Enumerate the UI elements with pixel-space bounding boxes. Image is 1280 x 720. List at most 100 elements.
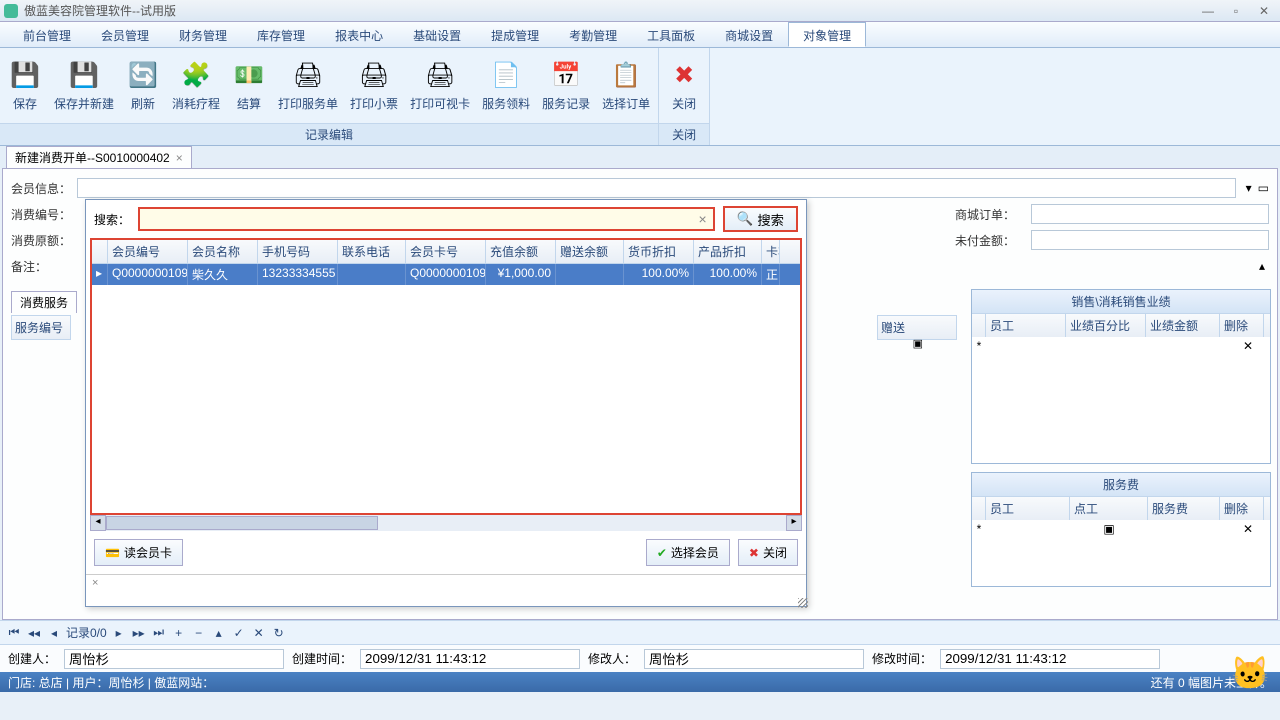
doc-tab[interactable]: 新建消费开单--S0010000402 × bbox=[6, 146, 192, 168]
col-svc-discount[interactable]: 货币折扣 bbox=[624, 240, 694, 263]
nav-prevpage-icon[interactable]: ◂◂ bbox=[26, 626, 42, 640]
ribbon-close[interactable]: ✖关闭 bbox=[661, 50, 707, 121]
member-info-field[interactable] bbox=[77, 178, 1236, 198]
ribbon-print-svc[interactable]: 🖨打印服务单 bbox=[272, 50, 344, 121]
refresh-icon: 🔄 bbox=[127, 59, 159, 91]
ribbon-select-order[interactable]: 📋选择订单 bbox=[596, 50, 656, 121]
mascot-icon: 🐱 bbox=[1230, 654, 1270, 692]
ribbon-print-ticket[interactable]: 🖨打印小票 bbox=[344, 50, 404, 121]
creator-field[interactable] bbox=[64, 649, 284, 669]
resize-grip-icon[interactable] bbox=[798, 598, 808, 608]
label-unpaid: 未付金额： bbox=[955, 232, 1025, 249]
ribbon-material[interactable]: 📄服务领料 bbox=[476, 50, 536, 121]
menu-object[interactable]: 对象管理 bbox=[788, 22, 866, 47]
checkbox-icon[interactable]: ▣ bbox=[913, 337, 923, 350]
card-icon[interactable]: ▭ bbox=[1258, 181, 1269, 195]
col-amount: 业绩金额 bbox=[1146, 314, 1220, 337]
col-prod-discount[interactable]: 产品折扣 bbox=[694, 240, 762, 263]
save-icon: 💾 bbox=[9, 59, 41, 91]
nav-next-icon[interactable]: ▸ bbox=[111, 626, 127, 640]
ribbon-print-card[interactable]: 🖨打印可视卡 bbox=[404, 50, 476, 121]
nav-check-icon[interactable]: ✓ bbox=[231, 626, 247, 640]
nav-refresh-icon[interactable]: ↻ bbox=[271, 626, 287, 640]
panel-fee-title: 服务费 bbox=[972, 473, 1270, 497]
ribbon-group-title: 记录编辑 bbox=[0, 123, 658, 145]
maximize-button[interactable]: ▫ bbox=[1224, 4, 1248, 18]
col-phone[interactable]: 联系电话 bbox=[338, 240, 406, 263]
puzzle-icon: 🧩 bbox=[180, 59, 212, 91]
search-input[interactable] bbox=[146, 212, 699, 227]
delete-icon[interactable]: ✕ bbox=[1226, 522, 1270, 536]
nav-remove-icon[interactable]: − bbox=[191, 626, 207, 640]
dropdown-icon[interactable]: ▾ bbox=[1246, 181, 1252, 195]
nav-first-icon[interactable]: ⏮ bbox=[6, 625, 22, 640]
nav-nextpage-icon[interactable]: ▸▸ bbox=[131, 626, 147, 640]
unpaid-field[interactable] bbox=[1031, 230, 1269, 250]
calendar-icon: 📅 bbox=[550, 59, 582, 91]
money-icon: 💵 bbox=[233, 59, 265, 91]
ribbon: 💾保存 💾保存并新建 🔄刷新 🧩消耗疗程 💵结算 🖨打印服务单 🖨打印小票 🖨打… bbox=[0, 48, 1280, 146]
label-mtime: 修改时间： bbox=[872, 650, 932, 667]
window-title: 傲蓝美容院管理软件--试用版 bbox=[24, 2, 1196, 19]
scroll-thumb[interactable] bbox=[106, 516, 378, 530]
tab-close-icon[interactable]: × bbox=[176, 151, 183, 165]
col-gift-balance[interactable]: 赠送余额 bbox=[556, 240, 624, 263]
col-delete: 删除 bbox=[1220, 314, 1264, 337]
ribbon-consume[interactable]: 🧩消耗疗程 bbox=[166, 50, 226, 121]
ribbon-save[interactable]: 💾保存 bbox=[2, 50, 48, 121]
menu-commission[interactable]: 提成管理 bbox=[476, 22, 554, 47]
member-row[interactable]: ▸ Q0000000109 柴久久 13233334555 Q000000010… bbox=[92, 264, 800, 285]
minimize-button[interactable]: — bbox=[1196, 4, 1220, 18]
magnifier-icon: 🔍 bbox=[737, 211, 754, 227]
member-grid: 会员编号 会员名称 手机号码 联系电话 会员卡号 充值余额 赠送余额 货币折扣 … bbox=[90, 238, 802, 515]
col-card-no[interactable]: 会员卡号 bbox=[406, 240, 486, 263]
nav-last-icon[interactable]: ⏭ bbox=[151, 625, 167, 640]
ribbon-refresh[interactable]: 🔄刷新 bbox=[120, 50, 166, 121]
delete-icon[interactable]: ✕ bbox=[1226, 339, 1270, 353]
select-member-button[interactable]: ✔选择会员 bbox=[646, 539, 730, 566]
col-mobile[interactable]: 手机号码 bbox=[258, 240, 338, 263]
close-button[interactable]: ✕ bbox=[1252, 4, 1276, 18]
checkbox-icon[interactable]: ▣ bbox=[1070, 522, 1148, 536]
scroll-left-icon[interactable]: ◂ bbox=[90, 515, 106, 531]
grid-hscroll[interactable]: ◂ ▸ bbox=[90, 515, 802, 531]
menu-attend[interactable]: 考勤管理 bbox=[554, 22, 632, 47]
mall-order-field[interactable] bbox=[1031, 204, 1269, 224]
panel-sales: 销售\消耗销售业绩 员工 业绩百分比 业绩金额 删除 *✕ bbox=[971, 289, 1271, 464]
search-button[interactable]: 🔍搜索 bbox=[723, 206, 798, 232]
ribbon-save-new[interactable]: 💾保存并新建 bbox=[48, 50, 120, 121]
menu-finance[interactable]: 财务管理 bbox=[164, 22, 242, 47]
label-mall-order: 商城订单： bbox=[955, 206, 1025, 223]
subtab-service[interactable]: 消费服务 bbox=[11, 291, 77, 313]
scroll-up-icon[interactable]: ▴ bbox=[1255, 259, 1269, 273]
ctime-field[interactable] bbox=[360, 649, 580, 669]
ribbon-settle[interactable]: 💵结算 bbox=[226, 50, 272, 121]
menu-report[interactable]: 报表中心 bbox=[320, 22, 398, 47]
mtime-field[interactable] bbox=[940, 649, 1160, 669]
menu-mall[interactable]: 商城设置 bbox=[710, 22, 788, 47]
member-search-popup: 搜索： × 🔍搜索 会员编号 会员名称 手机号码 联系电话 会员卡号 充值余额 … bbox=[85, 199, 807, 607]
col-balance[interactable]: 充值余额 bbox=[486, 240, 556, 263]
read-card-button[interactable]: 💳读会员卡 bbox=[94, 539, 183, 566]
menu-base[interactable]: 基础设置 bbox=[398, 22, 476, 47]
popup-close-button[interactable]: ✖关闭 bbox=[738, 539, 798, 566]
col-member-name[interactable]: 会员名称 bbox=[188, 240, 258, 263]
scroll-right-icon[interactable]: ▸ bbox=[786, 515, 802, 531]
col-card-status[interactable]: 卡状 bbox=[762, 240, 780, 263]
menubar: 前台管理 会员管理 财务管理 库存管理 报表中心 基础设置 提成管理 考勤管理 … bbox=[0, 22, 1280, 48]
menu-member[interactable]: 会员管理 bbox=[86, 22, 164, 47]
row-indicator-icon: ▸ bbox=[92, 264, 108, 285]
nav-add-icon[interactable]: + bbox=[171, 626, 187, 640]
nav-prev-icon[interactable]: ◂ bbox=[46, 626, 62, 640]
modifier-field[interactable] bbox=[644, 649, 864, 669]
menu-tools[interactable]: 工具面板 bbox=[632, 22, 710, 47]
nav-edit-icon[interactable]: ▴ bbox=[211, 626, 227, 640]
menu-front[interactable]: 前台管理 bbox=[8, 22, 86, 47]
ribbon-record[interactable]: 📅服务记录 bbox=[536, 50, 596, 121]
col-delete: 删除 bbox=[1220, 497, 1264, 520]
printer-icon: 🖨 bbox=[292, 59, 324, 91]
menu-stock[interactable]: 库存管理 bbox=[242, 22, 320, 47]
nav-cancel-icon[interactable]: ✕ bbox=[251, 626, 267, 640]
col-member-no[interactable]: 会员编号 bbox=[108, 240, 188, 263]
search-clear-icon[interactable]: × bbox=[699, 211, 707, 227]
